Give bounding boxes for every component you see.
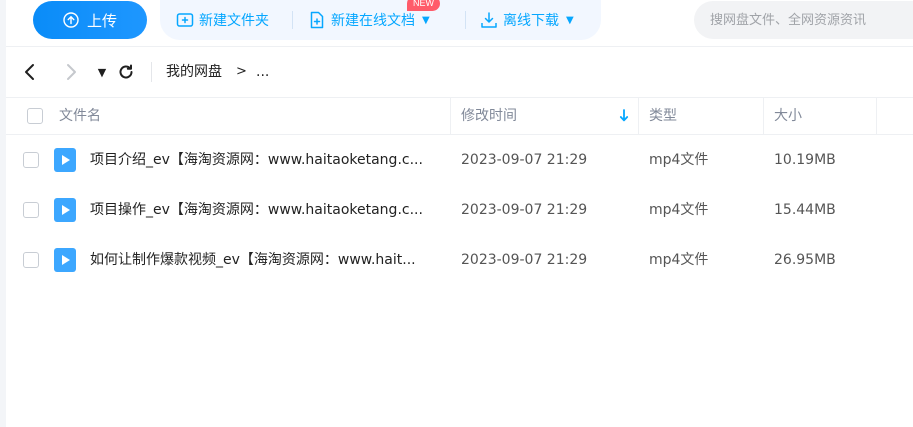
row-checkbox[interactable] (23, 252, 39, 268)
offline-download-button[interactable]: 离线下载 ▼ (480, 9, 574, 31)
chevron-left-icon (25, 64, 34, 80)
column-header-type[interactable]: 类型 (649, 98, 677, 135)
row-checkbox[interactable] (23, 202, 39, 218)
column-header-modified[interactable]: 修改时间 (461, 98, 517, 135)
toolbar-divider (292, 11, 293, 29)
column-divider (450, 98, 451, 135)
column-divider (638, 98, 639, 135)
file-name[interactable]: 如何让制作爆款视频_ev【海淘资源网：www.hait... (90, 235, 440, 285)
video-file-icon (54, 248, 76, 272)
new-badge: NEW (407, 0, 440, 11)
chevron-down-icon[interactable]: ▼ (566, 15, 574, 26)
navigation-bar: ▼ 我的网盘 > ... (6, 47, 913, 97)
chevron-right-icon (67, 64, 76, 80)
breadcrumb-separator: > (236, 64, 247, 79)
search-box (694, 1, 913, 39)
file-size: 26.95MB (774, 252, 836, 268)
upload-button[interactable]: 上传 (33, 1, 147, 39)
file-type: mp4文件 (649, 152, 709, 168)
table-row[interactable]: 项目介绍_ev【海淘资源网：www.haitaoketang.c... 2023… (6, 135, 913, 185)
offline-download-label: 离线下载 (503, 13, 559, 29)
column-header-size[interactable]: 大小 (774, 98, 802, 135)
file-size: 10.19MB (774, 152, 836, 168)
new-folder-icon (176, 13, 194, 27)
breadcrumb-my-drive[interactable]: 我的网盘 (166, 62, 222, 82)
video-file-icon (54, 198, 76, 222)
nav-divider (151, 62, 152, 82)
file-modified-time: 2023-09-07 21:29 (461, 252, 588, 268)
history-dropdown-icon[interactable]: ▼ (92, 62, 112, 82)
file-name[interactable]: 项目介绍_ev【海淘资源网：www.haitaoketang.c... (90, 135, 440, 185)
upload-label: 上传 (86, 11, 117, 30)
new-folder-button[interactable]: 新建文件夹 (176, 9, 269, 31)
new-folder-label: 新建文件夹 (199, 13, 269, 29)
file-size: 15.44MB (774, 202, 836, 218)
file-modified-time: 2023-09-07 21:29 (461, 152, 588, 168)
select-all-checkbox[interactable] (27, 108, 43, 124)
file-type: mp4文件 (649, 202, 709, 218)
column-header-name[interactable]: 文件名 (59, 98, 101, 135)
table-row[interactable]: 项目操作_ev【海淘资源网：www.haitaoketang.c... 2023… (6, 185, 913, 235)
breadcrumb-more[interactable]: ... (256, 62, 269, 82)
upload-icon (63, 12, 79, 28)
table-header: 文件名 修改时间 类型 大小 (6, 97, 913, 135)
chevron-down-icon[interactable]: ▼ (422, 15, 430, 26)
sort-descending-icon[interactable] (619, 109, 629, 123)
back-button[interactable] (20, 62, 40, 82)
search-input[interactable] (694, 1, 913, 39)
new-online-doc-label: 新建在线文档 (331, 13, 415, 29)
toolbar-divider (465, 11, 466, 29)
forward-button[interactable] (61, 62, 81, 82)
refresh-icon (119, 64, 133, 79)
file-name[interactable]: 项目操作_ev【海淘资源网：www.haitaoketang.c... (90, 185, 440, 235)
download-icon (481, 12, 497, 28)
column-divider (763, 98, 764, 135)
refresh-button[interactable] (116, 62, 136, 82)
new-online-doc-button[interactable]: 新建在线文档 ▼ (308, 9, 430, 31)
column-divider (876, 98, 877, 135)
video-file-icon (54, 148, 76, 172)
file-modified-time: 2023-09-07 21:29 (461, 202, 588, 218)
file-type: mp4文件 (649, 252, 709, 268)
new-document-icon (310, 11, 324, 29)
row-checkbox[interactable] (23, 152, 39, 168)
table-row[interactable]: 如何让制作爆款视频_ev【海淘资源网：www.hait... 2023-09-0… (6, 235, 913, 285)
